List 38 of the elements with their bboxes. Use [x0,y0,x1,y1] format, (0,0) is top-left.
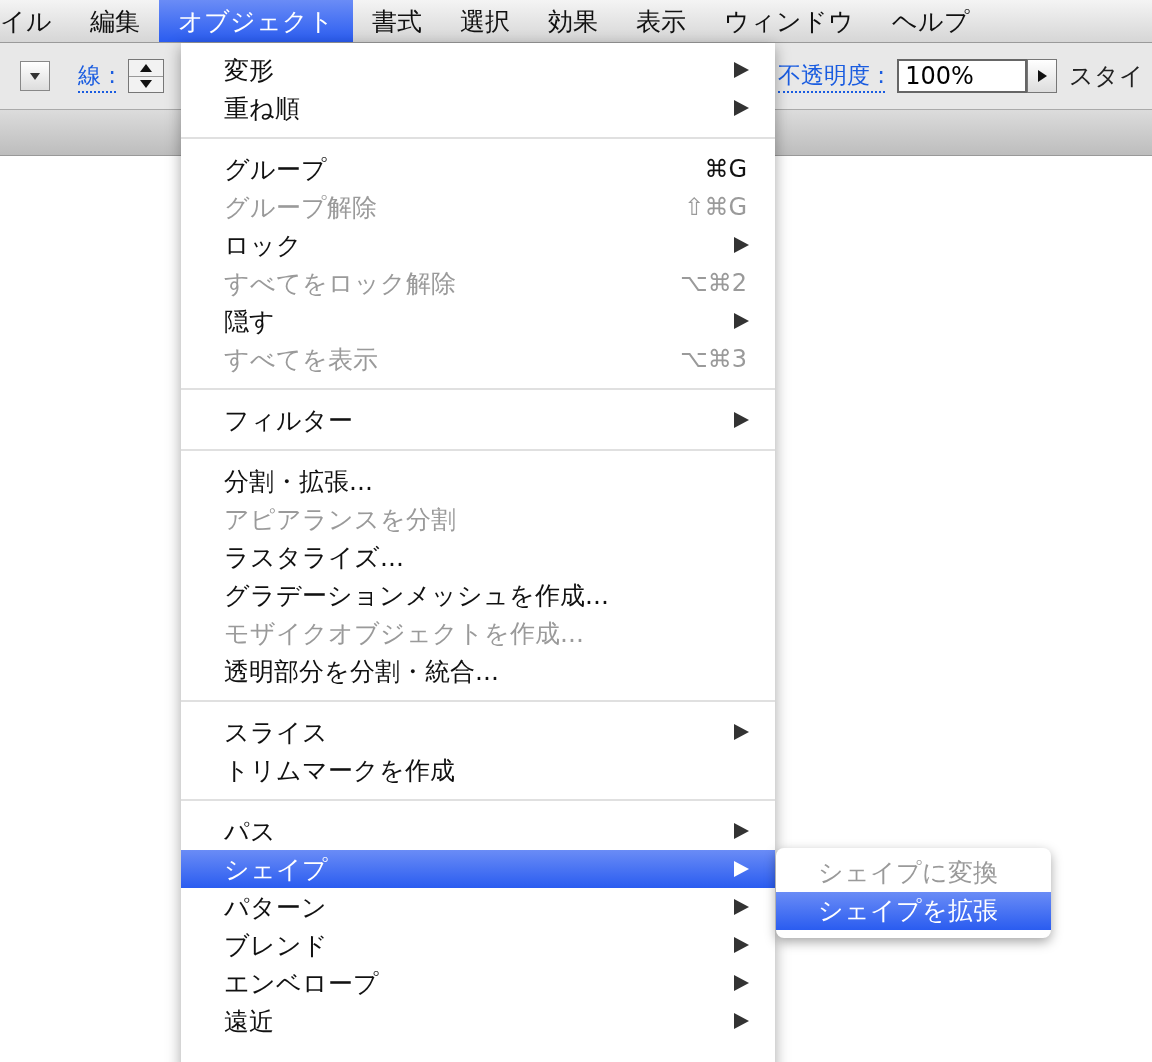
menu-title[interactable]: オブジェクト [159,0,353,42]
menu-item[interactable]: ブレンド [181,926,775,964]
opacity-arrow-button[interactable] [1027,59,1058,93]
menu-item[interactable]: エンベロープ [181,964,775,1002]
style-label[interactable]: スタイ [1069,60,1145,92]
menu-item[interactable]: 分割・拡張... [181,462,775,500]
menu-item[interactable]: シェイプを拡張 [776,892,1051,930]
menu-title[interactable]: 効果 [529,0,617,42]
menu-title[interactable]: 編集 [71,0,159,42]
menu-title[interactable]: ウィンドウ [705,0,873,42]
menu-item[interactable]: フィルター [181,401,775,439]
opacity-label[interactable]: 不透明度 : [778,59,886,93]
menu-item[interactable]: スライス [181,713,775,751]
menu-item[interactable]: 重ね順 [181,89,775,127]
menu-title[interactable]: 書式 [353,0,441,42]
menu-item[interactable]: パターン [181,888,775,926]
menu-title[interactable]: 表示 [617,0,705,42]
menu-item[interactable]: シェイプ [181,850,775,888]
shortcut-label: ⌥⌘3 [680,345,747,373]
menu-item[interactable]: 隠す [181,302,775,340]
shortcut-label: ⌥⌘2 [680,269,747,297]
menu-item[interactable]: グループ ⌘G [181,150,775,188]
menu-item[interactable]: 変形 [181,51,775,89]
opacity-field[interactable]: 100% [897,59,1028,93]
menu-item[interactable]: 透明部分を分割・統合... [181,652,775,690]
stepper[interactable] [128,59,165,93]
menu-title[interactable]: イル [0,0,71,42]
menu-item[interactable]: 遠近 [181,1002,775,1040]
menu-item[interactable]: トリムマークを作成 [181,751,775,789]
shortcut-label: ⌘G [704,155,747,183]
menu-title[interactable]: ヘルプ [873,0,989,42]
menu-title[interactable]: 選択 [441,0,529,42]
menu-item[interactable]: ロック [181,226,775,264]
dropdown-button[interactable] [20,61,50,91]
menu-item[interactable]: グラデーションメッシュを作成... [181,576,775,614]
shortcut-label: ⇧⌘G [684,193,747,221]
menu-item[interactable]: ラスタライズ... [181,538,775,576]
stroke-label[interactable]: 線 : [78,59,117,93]
